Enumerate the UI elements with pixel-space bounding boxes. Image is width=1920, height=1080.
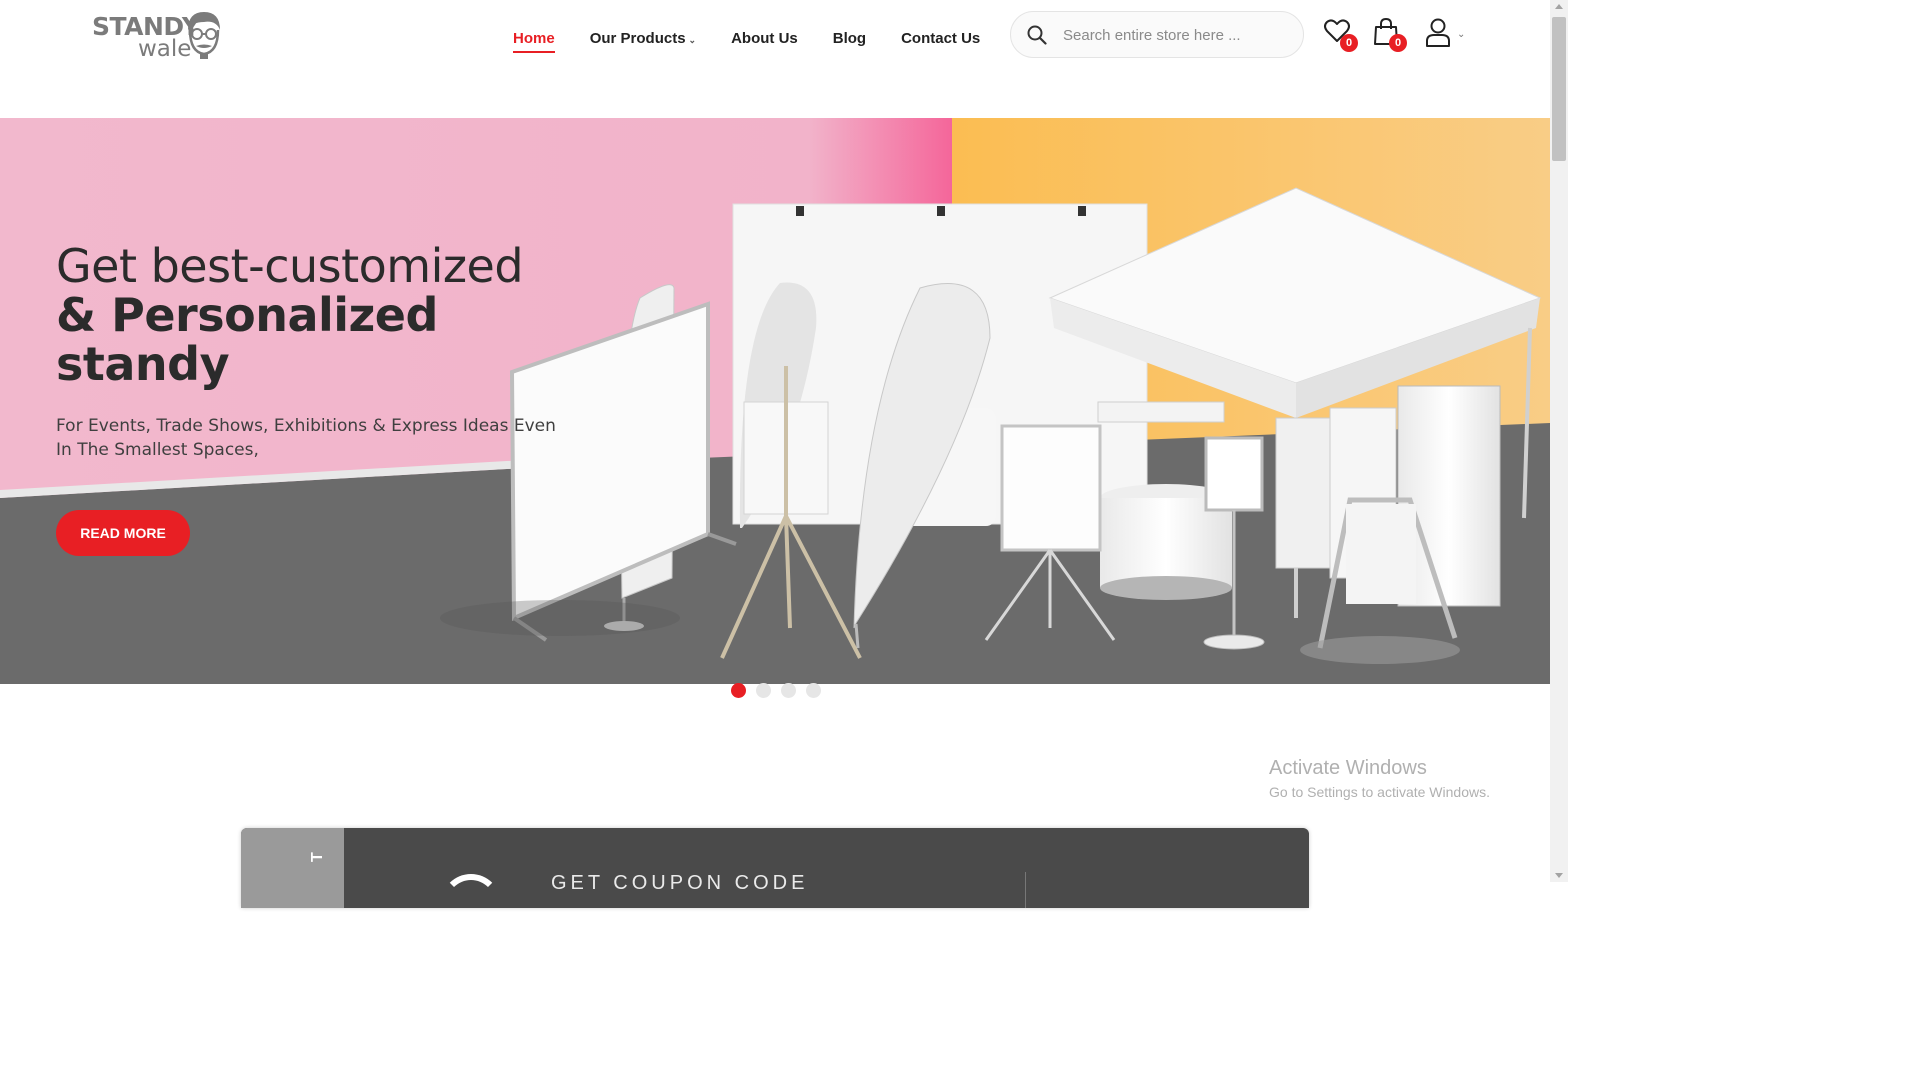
nav-about-us[interactable]: About Us: [731, 30, 798, 47]
logo-face-icon: [188, 12, 220, 59]
account-chevron-down-icon[interactable]: ⌄: [1457, 29, 1465, 40]
chevron-down-icon: ⌄: [688, 35, 697, 45]
carousel-dot-1[interactable]: [731, 683, 746, 698]
wishlist-count-badge: 0: [1340, 34, 1358, 52]
site-header: STANDY wale Home Our Products ⌄ About Us …: [0, 0, 1550, 118]
nav-blog[interactable]: Blog: [833, 30, 866, 47]
main-nav: Home Our Products ⌄ About Us Blog Contact…: [513, 30, 1015, 53]
wishlist-button[interactable]: 0: [1323, 17, 1358, 52]
coupon-side-text: T: [309, 850, 326, 862]
hero-slider: Get best-customized & Personalized stand…: [0, 118, 1550, 684]
hero-title: Get best-customized & Personalized stand…: [56, 239, 524, 391]
scroll-down-arrow-icon[interactable]: [1555, 873, 1563, 878]
account-button[interactable]: [1424, 17, 1458, 51]
carousel-dots: [731, 683, 821, 698]
carousel-dot-2[interactable]: [756, 683, 771, 698]
coupon-divider: [1025, 872, 1026, 908]
hero-subtitle: For Events, Trade Shows, Exhibitions & E…: [56, 416, 556, 460]
coupon-icon: [441, 874, 501, 908]
carousel-dot-4[interactable]: [806, 683, 821, 698]
coupon-side-panel: T: [241, 828, 344, 908]
coupon-text: GET COUPON CODE: [551, 872, 809, 894]
scroll-up-arrow-icon[interactable]: [1555, 4, 1563, 9]
cart-count-badge: 0: [1389, 34, 1407, 52]
read-more-button[interactable]: READ MORE: [56, 510, 190, 556]
nav-contact-us[interactable]: Contact Us: [901, 30, 980, 47]
nav-home[interactable]: Home: [513, 30, 555, 53]
search-input[interactable]: [1063, 22, 1288, 48]
nav-our-products[interactable]: Our Products ⌄: [590, 30, 696, 47]
scroll-thumb[interactable]: [1552, 17, 1566, 161]
hero-title-line-3: standy: [56, 337, 230, 391]
user-icon: [1426, 18, 1450, 47]
windows-watermark-subtitle: Go to Settings to activate Windows.: [1269, 784, 1490, 800]
page-scrollbar[interactable]: [1550, 0, 1568, 882]
nav-our-products-label: Our Products: [589, 30, 686, 47]
search-icon[interactable]: [1027, 25, 1047, 45]
carousel-dot-3[interactable]: [781, 683, 796, 698]
cart-button[interactable]: 0: [1372, 17, 1407, 52]
coupon-banner: T GET COUPON CODE: [241, 828, 1309, 908]
search-box: [1010, 11, 1304, 58]
brand-logo[interactable]: STANDY wale: [92, 10, 227, 66]
hero-banner-image: [0, 118, 1550, 684]
hero-title-line-2: & Personalized: [56, 288, 438, 342]
hero-title-line-1: Get best-customized: [56, 239, 524, 293]
windows-watermark-title: Activate Windows: [1269, 757, 1427, 779]
